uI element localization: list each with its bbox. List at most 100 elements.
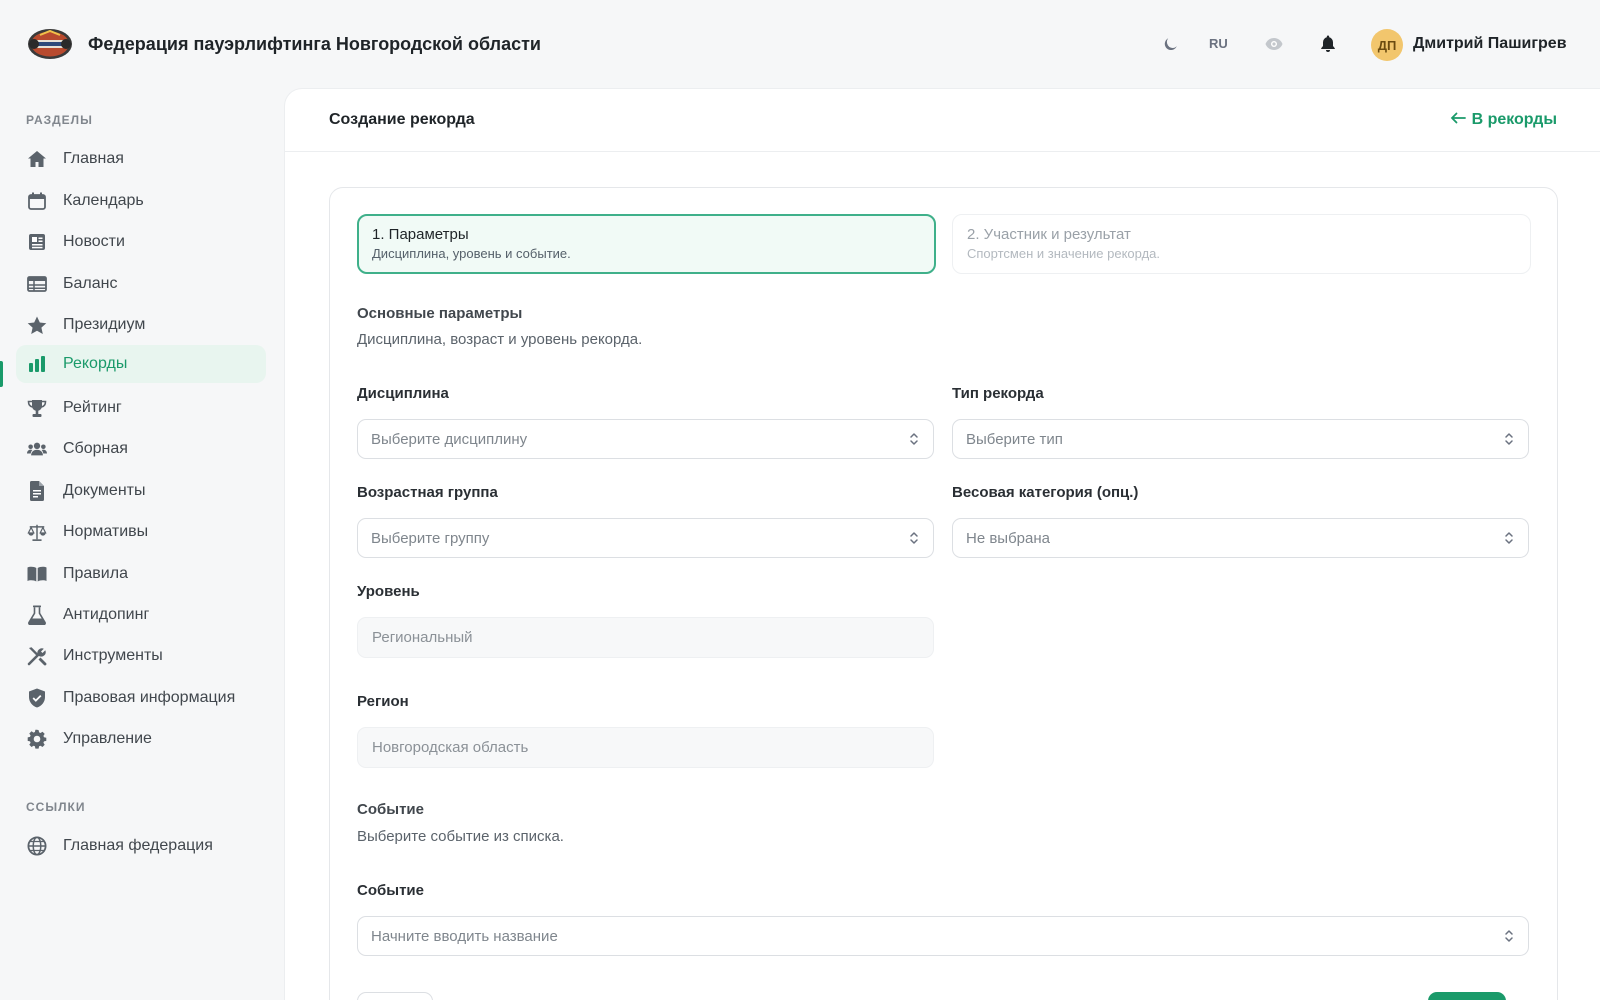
weight-class-placeholder: Не выбрана [966,529,1050,547]
sidebar-item-documents[interactable]: Документы [16,472,266,510]
gear-icon [27,729,47,749]
book-icon [27,564,47,584]
user-name[interactable]: Дмитрий Пашигрев [1413,35,1567,53]
home-icon [27,149,47,169]
shield-icon [27,688,47,708]
flask-icon [27,605,47,625]
age-group-label: Возрастная группа [357,484,498,501]
chevron-up-down-icon [1503,928,1515,944]
sidebar-item-management[interactable]: Управление [16,720,266,758]
document-icon [27,481,47,501]
chevron-up-down-icon [1503,530,1515,546]
sidebar-section-label: РАЗДЕЛЫ [26,113,93,127]
region-label: Регион [357,693,409,710]
sidebar-item-records[interactable]: Рекорды [16,345,266,383]
step-participant-result[interactable]: 2. Участник и результат Спортсмен и знач… [952,214,1531,274]
federation-logo[interactable] [26,27,74,61]
sidebar-item-standards[interactable]: Нормативы [16,513,266,551]
trophy-icon [27,398,47,418]
sidebar-item-label: Нормативы [63,523,149,540]
region-field: Новгородская область [357,727,934,768]
sidebar-item-label: Календарь [63,192,144,209]
record-type-label: Тип рекорда [952,385,1044,402]
step-title: 1. Параметры [372,226,469,243]
arrow-left-icon [1450,111,1466,129]
globe-icon [27,836,47,856]
step-subtitle: Дисциплина, уровень и событие. [372,246,571,261]
age-group-placeholder: Выберите группу [371,529,490,547]
sidebar: РАЗДЕЛЫ Главная Календарь Новости Баланс… [0,88,284,1000]
back-to-records-link[interactable]: В рекорды [1450,111,1557,129]
sidebar-item-label: Правовая информация [63,689,236,706]
bar-chart-icon [27,354,47,374]
discipline-placeholder: Выберите дисциплину [371,430,528,448]
sidebar-item-presidium[interactable]: Президиум [16,306,266,344]
users-icon [27,439,47,459]
sidebar-links-label: ССЫЛКИ [26,800,86,814]
sidebar-item-team[interactable]: Сборная [16,430,266,468]
calendar-icon [27,191,47,211]
secondary-button[interactable] [357,992,433,1000]
chevron-up-down-icon [908,530,920,546]
event-placeholder: Начните вводить название [371,927,558,945]
sidebar-item-label: Главная [63,150,124,167]
back-link-label: В рекорды [1471,111,1557,128]
age-group-select[interactable]: Выберите группу [357,518,934,558]
region-value: Новгородская область [372,739,529,756]
params-section-subtitle: Дисциплина, возраст и уровень рекорда. [357,331,643,348]
step-subtitle: Спортсмен и значение рекорда. [967,246,1160,261]
sidebar-item-balance[interactable]: Баланс [16,265,266,303]
sidebar-link-main-federation[interactable]: Главная федерация [16,827,266,865]
sidebar-item-antidoping[interactable]: Антидопинг [16,596,266,634]
sidebar-item-label: Сборная [63,440,128,457]
active-indicator [0,361,3,387]
notifications-bell-icon[interactable] [1318,34,1338,54]
level-value: Региональный [372,629,473,646]
site-title: Федерация пауэрлифтинга Новгородской обл… [88,34,541,54]
chevron-up-down-icon [1503,431,1515,447]
sidebar-item-home[interactable]: Главная [16,140,266,178]
sidebar-item-label: Управление [63,730,152,747]
sidebar-item-label: Документы [63,482,146,499]
sidebar-item-rating[interactable]: Рейтинг [16,389,266,427]
language-switch[interactable]: RU [1209,36,1228,51]
scales-icon [27,522,47,542]
sidebar-item-label: Рекорды [63,355,128,372]
sidebar-item-label: Новости [63,233,125,250]
tools-icon [27,646,47,666]
page-title: Создание рекорда [329,111,475,128]
record-form-card: 1. Параметры Дисциплина, уровень и событ… [329,187,1558,1000]
sidebar-item-tools[interactable]: Инструменты [16,637,266,675]
sidebar-item-legal-info[interactable]: Правовая информация [16,679,266,717]
user-avatar[interactable]: ДП [1371,29,1403,61]
page-header: Создание рекорда В рекорды [285,89,1600,152]
weight-class-select[interactable]: Не выбрана [952,518,1529,558]
weight-class-label: Весовая категория (опц.) [952,484,1139,501]
table-icon [27,274,47,294]
primary-button[interactable] [1428,992,1506,1000]
record-type-placeholder: Выберите тип [966,430,1063,448]
record-type-select[interactable]: Выберите тип [952,419,1529,459]
event-section-subtitle: Выберите событие из списка. [357,828,564,845]
sidebar-item-calendar[interactable]: Календарь [16,182,266,220]
top-bar: Федерация пауэрлифтинга Новгородской обл… [0,0,1600,88]
dark-mode-moon-icon[interactable] [1161,34,1181,54]
sidebar-item-label: Президиум [63,316,146,333]
discipline-label: Дисциплина [357,385,449,402]
discipline-select[interactable]: Выберите дисциплину [357,419,934,459]
sidebar-item-label: Баланс [63,275,118,292]
sidebar-item-label: Рейтинг [63,399,122,416]
sidebar-item-news[interactable]: Новости [16,223,266,261]
sidebar-item-rules[interactable]: Правила [16,555,266,593]
event-label: Событие [357,882,424,899]
level-label: Уровень [357,583,420,600]
event-search-select[interactable]: Начните вводить название [357,916,1529,956]
params-section-title: Основные параметры [357,305,523,322]
main-panel: Создание рекорда В рекорды 1. Параметры … [284,88,1600,1000]
step-parameters[interactable]: 1. Параметры Дисциплина, уровень и событ… [357,214,936,274]
level-field: Региональный [357,617,934,658]
event-section-title: Событие [357,801,424,818]
visibility-eye-icon[interactable] [1264,34,1284,54]
chevron-up-down-icon [908,431,920,447]
sidebar-item-label: Правила [63,565,128,582]
